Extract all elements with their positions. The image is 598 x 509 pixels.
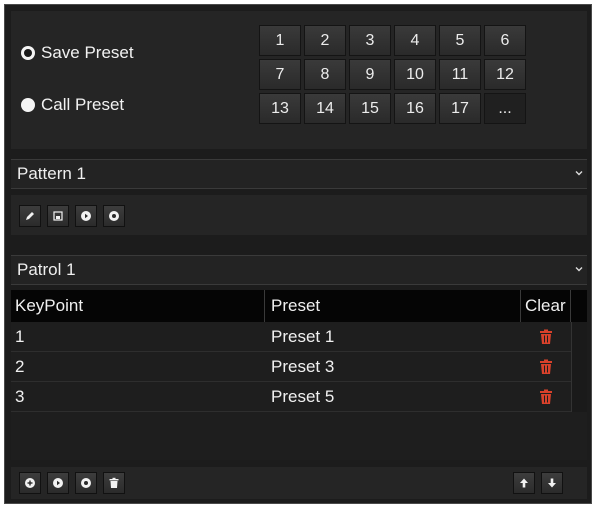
- preset-button-7[interactable]: 7: [259, 59, 301, 90]
- patrol-select[interactable]: Patrol 1: [11, 255, 587, 285]
- call-preset-label: Call Preset: [41, 95, 125, 114]
- chevron-down-icon: [575, 171, 583, 176]
- keypoint-cell: 2: [15, 356, 25, 376]
- preset-button-6[interactable]: 6: [484, 25, 526, 56]
- patrol-select-value: Patrol 1: [17, 260, 76, 279]
- pattern-select-value: Pattern 1: [17, 164, 86, 183]
- call-preset-radio[interactable]: [21, 98, 35, 112]
- patrol-keypoint-table: KeyPoint Preset Clear 1 Preset 1 2 Prese…: [11, 290, 587, 460]
- clear-button[interactable]: [521, 382, 571, 411]
- table-row[interactable]: 1 Preset 1: [11, 322, 571, 352]
- preset-cell: Preset 1: [271, 326, 335, 346]
- save-preset-radio[interactable]: [21, 46, 35, 60]
- preset-button-16[interactable]: 16: [394, 93, 436, 124]
- trash-icon: [540, 389, 552, 404]
- preset-button-2[interactable]: 2: [304, 25, 346, 56]
- preset-button-9[interactable]: 9: [349, 59, 391, 90]
- ptz-control-panel: Save Preset Call Preset 1 2 3 4 5 6 7 8 …: [4, 4, 592, 504]
- preset-cell: Preset 5: [271, 386, 335, 406]
- stop-icon: [81, 478, 91, 488]
- table-header: KeyPoint Preset Clear: [11, 290, 587, 322]
- column-header-keypoint: KeyPoint: [11, 290, 265, 322]
- table-row[interactable]: 3 Preset 5: [11, 382, 571, 412]
- save-pattern-button[interactable]: [47, 205, 69, 227]
- save-icon: [53, 211, 63, 221]
- save-preset-option[interactable]: Save Preset: [21, 43, 134, 63]
- preset-panel: Save Preset Call Preset 1 2 3 4 5 6 7 8 …: [11, 11, 587, 149]
- keypoint-cell: 1: [15, 326, 25, 346]
- header-spacer: [571, 290, 587, 322]
- move-down-button[interactable]: [541, 472, 563, 494]
- patrol-toolbar: [11, 467, 587, 499]
- add-keypoint-button[interactable]: [19, 472, 41, 494]
- delete-icon: [109, 477, 119, 488]
- call-preset-option[interactable]: Call Preset: [21, 95, 124, 115]
- preset-button-15[interactable]: 15: [349, 93, 391, 124]
- trash-icon: [540, 359, 552, 374]
- edit-pattern-button[interactable]: [19, 205, 41, 227]
- arrow-down-icon: [548, 478, 556, 488]
- stop-icon: [109, 211, 119, 221]
- preset-button-1[interactable]: 1: [259, 25, 301, 56]
- table-row[interactable]: 2 Preset 3: [11, 352, 571, 382]
- pattern-select[interactable]: Pattern 1: [11, 159, 587, 189]
- preset-button-4[interactable]: 4: [394, 25, 436, 56]
- play-icon: [81, 211, 91, 221]
- arrow-up-icon: [520, 478, 528, 488]
- edit-icon: [26, 212, 34, 220]
- play-icon: [53, 478, 63, 488]
- column-header-preset: Preset: [265, 290, 521, 322]
- clear-button[interactable]: [521, 322, 571, 351]
- clear-button[interactable]: [521, 352, 571, 381]
- more-presets-button[interactable]: ...: [484, 93, 526, 124]
- add-icon: [25, 478, 35, 488]
- save-preset-label: Save Preset: [41, 43, 134, 62]
- stop-pattern-button[interactable]: [103, 205, 125, 227]
- pattern-toolbar: [11, 195, 587, 235]
- chevron-down-icon: [575, 267, 583, 272]
- keypoint-cell: 3: [15, 386, 25, 406]
- move-up-button[interactable]: [513, 472, 535, 494]
- preset-button-17[interactable]: 17: [439, 93, 481, 124]
- preset-button-13[interactable]: 13: [259, 93, 301, 124]
- preset-number-grid: 1 2 3 4 5 6 7 8 9 10 11 12 13 14 15 16 1…: [259, 25, 526, 124]
- stop-patrol-button[interactable]: [75, 472, 97, 494]
- trash-icon: [540, 329, 552, 344]
- preset-button-12[interactable]: 12: [484, 59, 526, 90]
- preset-cell: Preset 3: [271, 356, 335, 376]
- start-pattern-button[interactable]: [75, 205, 97, 227]
- start-patrol-button[interactable]: [47, 472, 69, 494]
- preset-button-10[interactable]: 10: [394, 59, 436, 90]
- preset-button-3[interactable]: 3: [349, 25, 391, 56]
- preset-button-14[interactable]: 14: [304, 93, 346, 124]
- delete-patrol-button[interactable]: [103, 472, 125, 494]
- column-header-clear: Clear: [521, 290, 571, 322]
- preset-button-8[interactable]: 8: [304, 59, 346, 90]
- preset-button-5[interactable]: 5: [439, 25, 481, 56]
- preset-button-11[interactable]: 11: [439, 59, 481, 90]
- table-scrollbar[interactable]: [571, 322, 587, 412]
